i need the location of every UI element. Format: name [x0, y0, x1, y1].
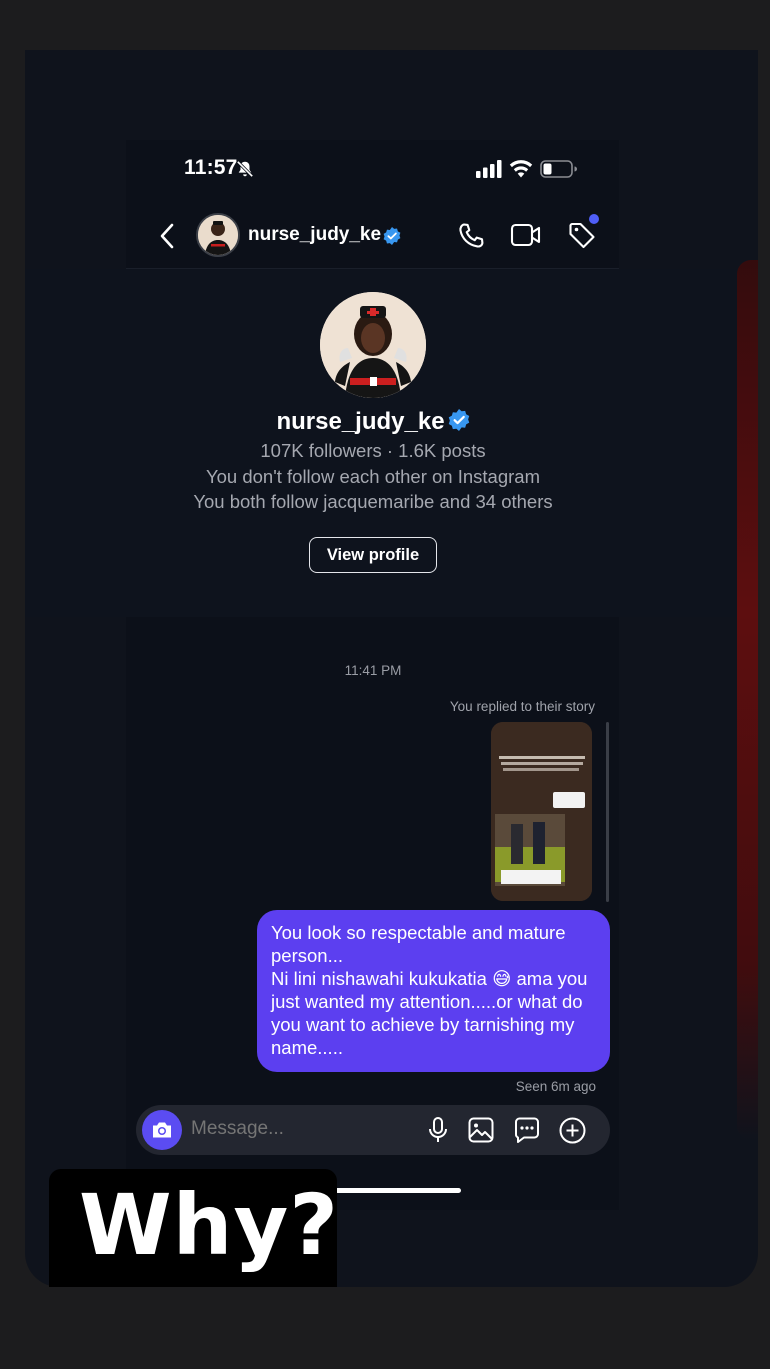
profile-avatar[interactable] [320, 292, 426, 398]
avatar-image [198, 215, 238, 255]
verified-badge-icon [383, 227, 401, 245]
profile-username: nurse_judy_ke [276, 408, 445, 435]
camera-icon [153, 1122, 171, 1138]
video-icon[interactable] [510, 221, 542, 249]
story-image [491, 722, 592, 901]
scrollbar[interactable] [606, 722, 609, 902]
verified-badge-icon [448, 409, 469, 432]
message-line-1: You look so respectable and mature perso… [271, 922, 566, 966]
message-line-2: Ni lini nishawahi kukukatia 😅 ama you ju… [271, 968, 588, 1058]
bell-muted-icon [236, 160, 254, 178]
signal-icon [476, 160, 502, 178]
home-indicator [335, 1188, 461, 1193]
story-reply-label: You replied to their story [449, 699, 595, 714]
camera-button[interactable] [142, 1110, 182, 1150]
sticker-icon[interactable] [513, 1116, 541, 1144]
wifi-icon [509, 160, 533, 178]
gallery-icon[interactable] [467, 1116, 495, 1144]
background-edge [737, 260, 758, 1140]
status-time: 11:57 [184, 156, 238, 179]
battery-icon [540, 160, 577, 178]
header-avatar[interactable] [196, 213, 240, 257]
seen-status: Seen 6m ago [515, 1079, 596, 1094]
microphone-icon[interactable] [427, 1116, 449, 1144]
profile-photo [320, 292, 426, 398]
story-thumbnail[interactable] [491, 722, 592, 901]
header-divider [126, 268, 619, 269]
message-bubble[interactable]: You look so respectable and mature perso… [257, 910, 610, 1072]
profile-name-row: nurse_judy_ke [0, 408, 746, 436]
notification-dot [589, 214, 599, 224]
message-input[interactable] [191, 1118, 411, 1140]
view-profile-button[interactable]: View profile [309, 537, 437, 573]
profile-stats: 107K followers · 1.6K posts [260, 440, 486, 461]
phone-icon[interactable] [456, 221, 486, 251]
header-username[interactable]: nurse_judy_ke [248, 224, 381, 246]
plus-icon[interactable] [558, 1116, 587, 1145]
mutual-followers: You both follow jacquemaribe and 34 othe… [193, 491, 553, 512]
caption-text: Why? [79, 1176, 339, 1274]
tag-icon[interactable] [567, 220, 597, 250]
message-timestamp: 11:41 PM [344, 663, 402, 678]
back-chevron-icon[interactable] [158, 222, 176, 250]
follow-status: You don't follow each other on Instagram [205, 466, 540, 487]
